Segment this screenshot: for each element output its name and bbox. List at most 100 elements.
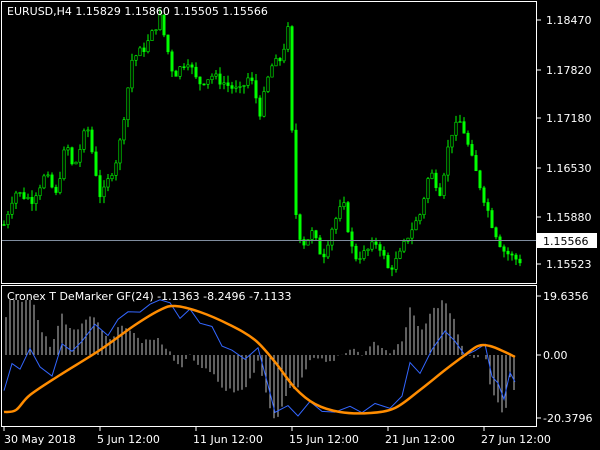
candle-body [46,174,50,177]
candle-body [54,186,58,193]
candle-body [66,147,70,151]
time-axis-ticks [3,427,485,431]
candle-body [62,149,66,180]
candle-body [86,129,90,132]
candle-body [294,129,298,215]
candle-body [270,65,274,78]
candle-body [314,230,318,239]
symbol-info: EURUSD,H4 1.15829 1.15860 1.15505 1.1556… [7,5,268,18]
candle-body [286,26,290,50]
candle-body [194,66,198,78]
candle-body [26,196,30,199]
candle-body [234,86,238,89]
candle-body [198,76,202,85]
candle-body [126,87,130,121]
price-label: 1.15523 [546,258,592,271]
candle-body [350,231,354,247]
time-label: 15 Jun 12:00 [289,433,359,446]
candle-body [98,175,102,198]
candle-body [490,210,494,228]
candle-body [390,267,394,270]
candle-body [22,192,26,199]
candle-body [378,244,382,251]
candle-body [154,29,158,32]
candle-body [322,253,326,258]
indicator-title: Cronex T DeMarker GF(24) -1.1363 -8.2496… [7,290,292,303]
candle-body [334,218,338,230]
candle-body [242,85,246,87]
candle-body [190,64,194,68]
candle-body [166,34,170,53]
candle-body [482,187,486,203]
candle-body [238,86,242,88]
candle-body [478,170,482,189]
time-label: 30 May 2018 [4,433,76,446]
candle-body [150,30,154,41]
indicator-scale-label: -20.3796 [543,412,592,425]
candle-body [338,206,342,219]
candle-body [110,175,114,180]
candle-body [186,64,190,68]
candle-body [358,258,362,260]
price-label: 1.17820 [546,64,592,77]
candle-body [106,178,110,188]
candle-body [274,58,278,67]
main-panel-frame [1,1,537,284]
candle-body [422,198,426,216]
price-label: 1.17180 [546,112,592,125]
candle-body [298,214,302,240]
candle-body [450,134,454,148]
candle-body [330,228,334,246]
time-label: 5 Jun 12:00 [97,433,160,446]
candle-body [514,254,518,260]
candle-body [266,76,270,92]
candle-body [366,248,370,251]
candle-body [418,214,422,222]
chart-canvas[interactable]: 1.18470 1.17820 1.17180 1.16530 1.15880 … [0,0,600,450]
candle-body [446,146,450,176]
candle-body [250,77,254,81]
candle-body [214,73,218,77]
candle-body [202,83,206,86]
indicator-histogram [5,300,515,419]
candle-body [50,174,54,188]
candle-body [502,246,506,252]
candle-body [6,213,10,225]
time-label: 21 Jun 12:00 [385,433,455,446]
candle-body [10,202,14,215]
candle-body [438,187,442,196]
candle-body [74,161,78,165]
candle-body [430,172,434,179]
price-label: 1.16530 [546,162,592,175]
trading-chart-window: 1.18470 1.17820 1.17180 1.16530 1.15880 … [0,0,600,450]
candle-body [402,241,406,252]
candle-body [30,196,34,204]
candle-body [138,47,142,57]
candle-body [122,119,126,141]
candle-body [282,48,286,62]
candle-body [230,85,234,89]
candle-body [82,130,86,150]
candle-body [410,229,414,239]
candle-body [226,82,230,86]
candle-body [382,250,386,256]
time-label: 11 Jun 12:00 [193,433,263,446]
price-label: 1.15880 [546,211,592,224]
candle-body [470,144,474,156]
candle-body [174,70,178,77]
candle-body [494,227,498,238]
candle-body [146,40,150,53]
candle-body [262,91,266,117]
candle-body [118,139,122,164]
candle-body [370,241,374,250]
candle-body [518,258,522,264]
candle-body [130,59,134,89]
candle-body [18,192,22,194]
indicator-scale-label: 0.00 [543,349,568,362]
candle-body [78,149,82,163]
candle-body [486,202,490,211]
candle-body [170,51,174,72]
candle-body [222,82,226,85]
indicator-scale-label: 19.6356 [543,290,589,303]
candle-body [362,250,366,259]
